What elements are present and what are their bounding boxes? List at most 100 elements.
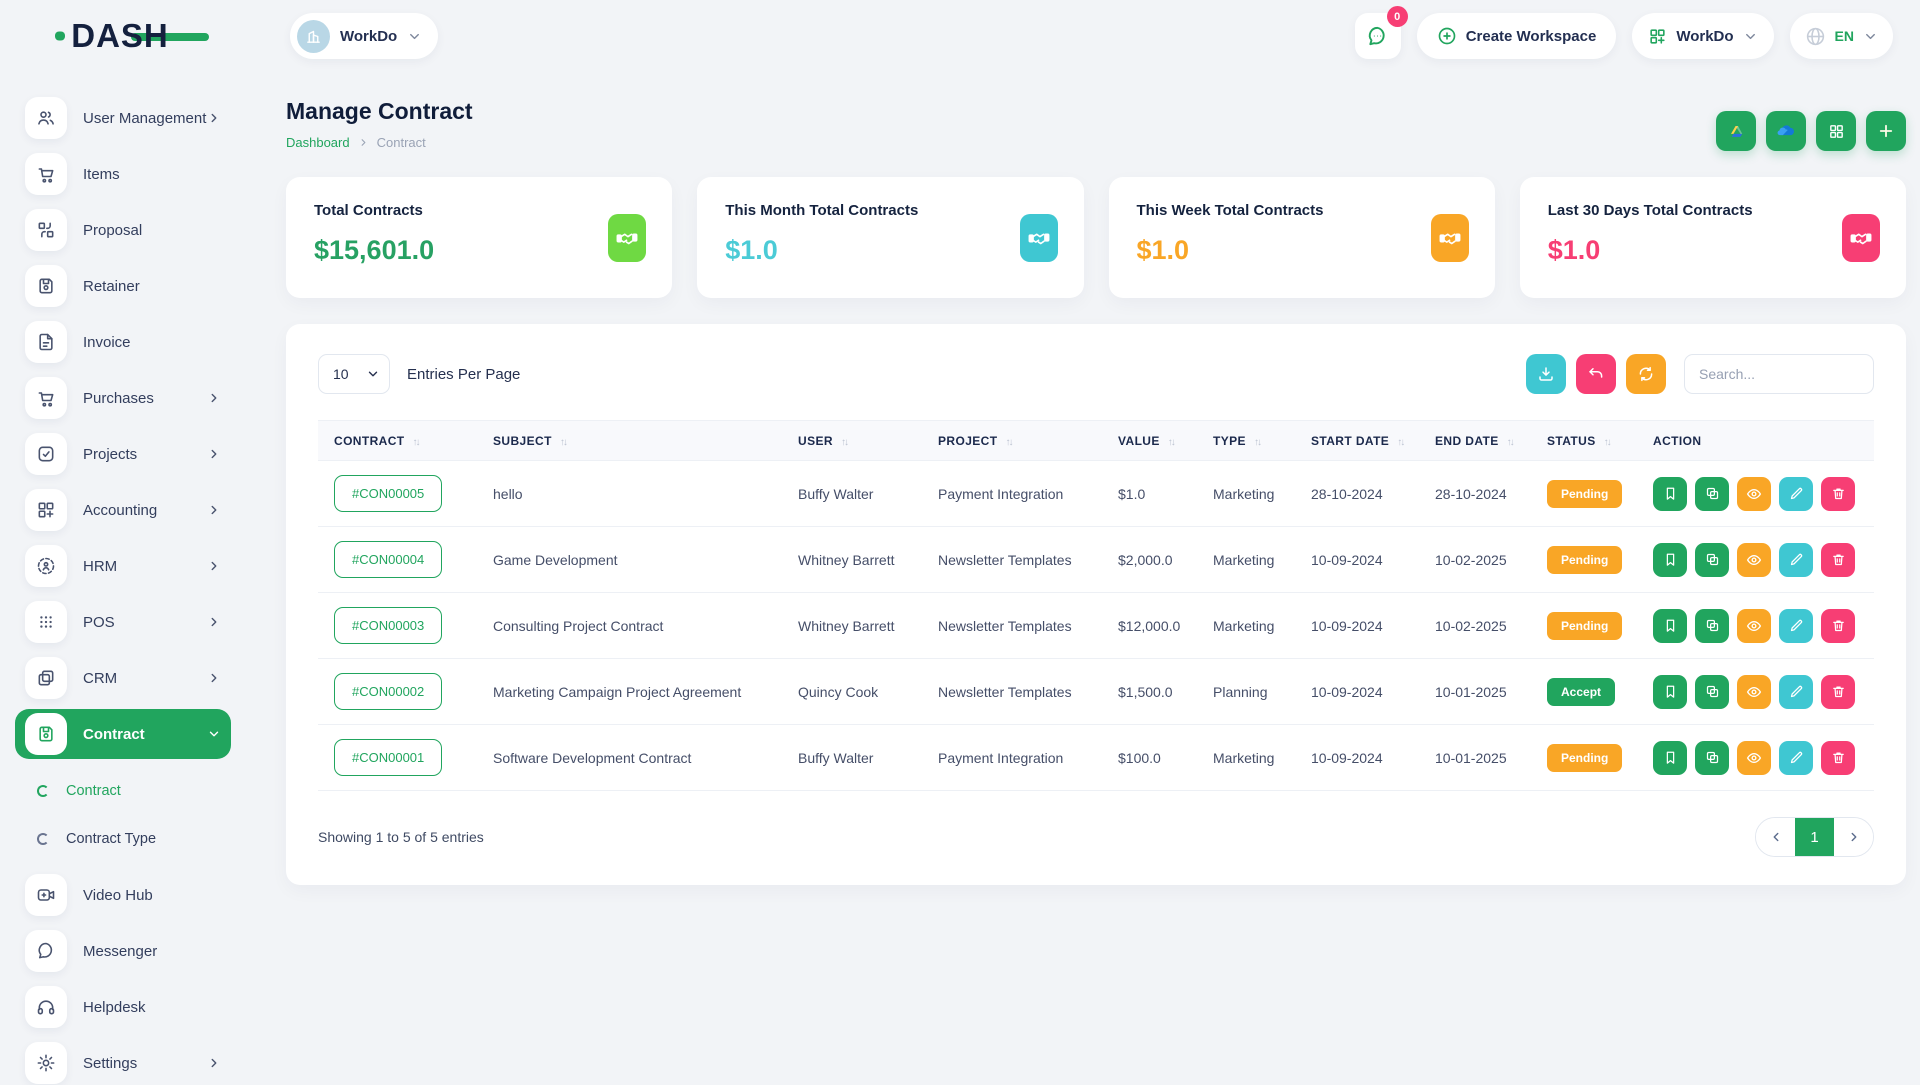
row-actions — [1653, 675, 1866, 709]
logo-text: DASH — [71, 17, 169, 54]
sort-icon[interactable]: ↑↓ — [841, 437, 847, 448]
sidebar-item-label: Invoice — [83, 334, 131, 351]
sort-icon[interactable]: ↑↓ — [1397, 437, 1403, 448]
view-button[interactable] — [1737, 675, 1771, 709]
edit-button[interactable] — [1779, 543, 1813, 577]
column-header-type: TYPE↑↓ — [1213, 421, 1311, 461]
duplicate-button[interactable] — [1695, 675, 1729, 709]
workspace-selector[interactable]: WorkDo — [290, 13, 438, 59]
sidebar-subitem-contract[interactable]: Contract — [15, 769, 231, 813]
brand-logo[interactable]: DASH — [71, 17, 169, 55]
workdo-menu-button[interactable]: WorkDo — [1632, 13, 1773, 59]
edit-button[interactable] — [1779, 741, 1813, 775]
breadcrumb-dashboard-link[interactable]: Dashboard — [286, 135, 350, 150]
duplicate-button[interactable] — [1695, 741, 1729, 775]
sidebar-item-accounting[interactable]: Accounting — [15, 488, 231, 532]
page-number-button[interactable]: 1 — [1795, 818, 1834, 856]
refresh-button[interactable] — [1626, 354, 1666, 394]
contract-id-badge[interactable]: #CON00003 — [334, 607, 442, 644]
grid-view-button[interactable] — [1816, 111, 1856, 151]
view-button[interactable] — [1737, 477, 1771, 511]
contract-id-badge[interactable]: #CON00005 — [334, 475, 442, 512]
next-page-button[interactable] — [1834, 818, 1873, 856]
messages-count-badge: 0 — [1387, 6, 1408, 27]
stat-value: $1.0 — [1137, 235, 1467, 266]
sort-icon[interactable]: ↑↓ — [413, 437, 419, 448]
chat-bubble-icon — [25, 930, 67, 972]
column-header-user: USER↑↓ — [798, 421, 938, 461]
column-header-status: STATUS↑↓ — [1547, 421, 1653, 461]
bookmark-button[interactable] — [1653, 741, 1687, 775]
bookmark-button[interactable] — [1653, 543, 1687, 577]
bookmark-button[interactable] — [1653, 675, 1687, 709]
sidebar-subitem-contract-type[interactable]: Contract Type — [15, 817, 231, 861]
export-button[interactable] — [1526, 354, 1566, 394]
sidebar-item-pos[interactable]: POS — [15, 600, 231, 644]
search-input[interactable] — [1684, 354, 1874, 394]
create-contract-button[interactable] — [1866, 111, 1906, 151]
create-workspace-button[interactable]: Create Workspace — [1417, 13, 1617, 59]
sort-icon[interactable]: ↑↓ — [1168, 437, 1174, 448]
messages-button[interactable]: 0 — [1355, 13, 1401, 59]
sidebar-item-hrm[interactable]: HRM — [15, 544, 231, 588]
reset-button[interactable] — [1576, 354, 1616, 394]
sort-icon[interactable]: ↑↓ — [1254, 437, 1260, 448]
workspace-avatar — [297, 20, 330, 53]
copy-icon — [1705, 684, 1720, 699]
sort-icon[interactable]: ↑↓ — [1604, 437, 1610, 448]
chevron-right-icon — [207, 447, 221, 461]
stat-cards: Total Contracts $15,601.0 This Month Tot… — [286, 177, 1906, 298]
sidebar-item-video-hub[interactable]: Video Hub — [15, 873, 231, 917]
previous-page-button[interactable] — [1756, 818, 1795, 856]
sidebar-item-projects[interactable]: Projects — [15, 432, 231, 476]
contract-id-badge[interactable]: #CON00004 — [334, 541, 442, 578]
sidebar-subitem-label: Contract Type — [66, 831, 156, 847]
edit-button[interactable] — [1779, 477, 1813, 511]
delete-button[interactable] — [1821, 741, 1855, 775]
copy-icon — [1705, 618, 1720, 633]
bookmark-button[interactable] — [1653, 609, 1687, 643]
duplicate-button[interactable] — [1695, 543, 1729, 577]
view-button[interactable] — [1737, 609, 1771, 643]
delete-button[interactable] — [1821, 675, 1855, 709]
google-drive-button[interactable] — [1716, 111, 1756, 151]
handshake-icon — [1020, 214, 1058, 262]
handshake-icon — [608, 214, 646, 262]
sidebar-item-helpdesk[interactable]: Helpdesk — [15, 985, 231, 1029]
breadcrumb-current: Contract — [377, 135, 426, 150]
delete-button[interactable] — [1821, 477, 1855, 511]
sidebar-item-settings[interactable]: Settings — [15, 1041, 231, 1085]
duplicate-button[interactable] — [1695, 609, 1729, 643]
delete-button[interactable] — [1821, 543, 1855, 577]
sort-icon[interactable]: ↑↓ — [560, 437, 566, 448]
sort-icon[interactable]: ↑↓ — [1005, 437, 1011, 448]
language-selector[interactable]: EN — [1790, 13, 1893, 59]
entries-per-page-select[interactable]: 10 — [318, 354, 390, 394]
cell-start-date: 10-09-2024 — [1311, 725, 1435, 791]
logo-zone: DASH — [0, 17, 240, 55]
onedrive-button[interactable] — [1766, 111, 1806, 151]
bookmark-button[interactable] — [1653, 477, 1687, 511]
contract-id-badge[interactable]: #CON00002 — [334, 673, 442, 710]
delete-button[interactable] — [1821, 609, 1855, 643]
sidebar-item-invoice[interactable]: Invoice — [15, 320, 231, 364]
sidebar-item-retainer[interactable]: Retainer — [15, 264, 231, 308]
view-button[interactable] — [1737, 543, 1771, 577]
swap-boxes-icon — [25, 209, 67, 251]
sidebar-item-items[interactable]: Items — [15, 152, 231, 196]
sidebar-item-crm[interactable]: CRM — [15, 656, 231, 700]
page-head: Manage Contract Dashboard Contract — [286, 98, 1906, 151]
sidebar-item-purchases[interactable]: Purchases — [15, 376, 231, 420]
duplicate-button[interactable] — [1695, 477, 1729, 511]
view-button[interactable] — [1737, 741, 1771, 775]
edit-button[interactable] — [1779, 609, 1813, 643]
sidebar-item-contract[interactable]: Contract — [15, 709, 231, 759]
sidebar-item-messenger[interactable]: Messenger — [15, 929, 231, 973]
edit-button[interactable] — [1779, 675, 1813, 709]
cell-end-date: 10-02-2025 — [1435, 527, 1547, 593]
chevron-left-icon — [1769, 830, 1783, 844]
contract-id-badge[interactable]: #CON00001 — [334, 739, 442, 776]
sidebar-item-user-management[interactable]: User Management — [15, 96, 231, 140]
sidebar-item-proposal[interactable]: Proposal — [15, 208, 231, 252]
sort-icon[interactable]: ↑↓ — [1507, 437, 1513, 448]
